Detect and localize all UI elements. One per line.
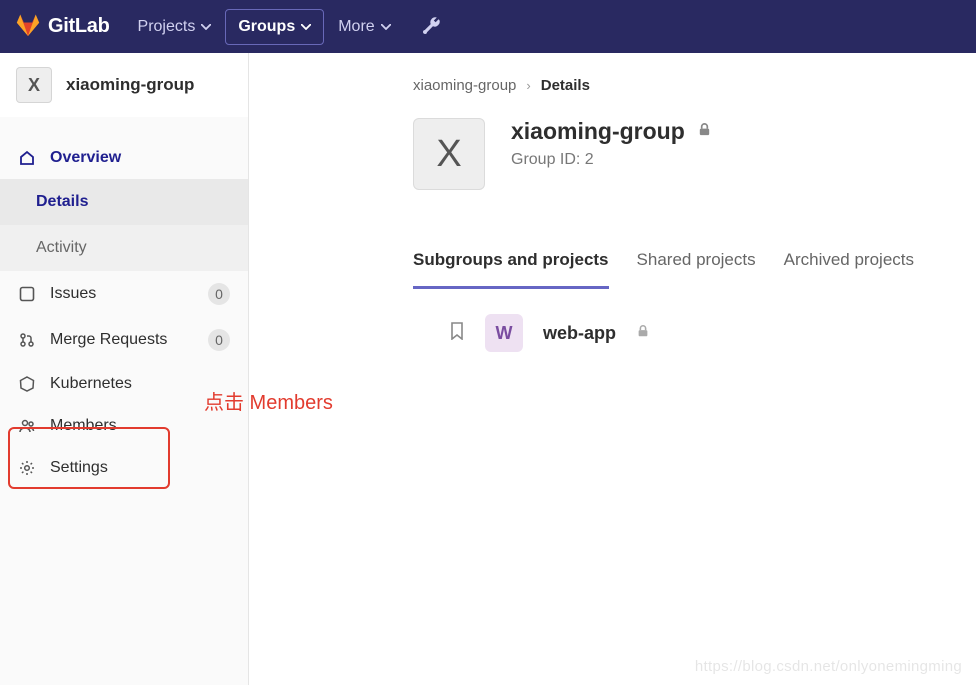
members-icon bbox=[18, 418, 36, 434]
group-avatar-initial: X bbox=[28, 75, 40, 96]
sidebar-item-label: Details bbox=[36, 193, 88, 210]
nav-groups-label: Groups bbox=[238, 18, 295, 36]
sidebar-item-label: Kubernetes bbox=[50, 375, 132, 393]
group-hero: X xiaoming-group Group ID: 2 bbox=[273, 118, 952, 190]
merge-request-icon bbox=[18, 332, 36, 348]
annotation-text: 点击 Members bbox=[204, 386, 333, 415]
gitlab-logo[interactable]: GitLab bbox=[16, 14, 110, 40]
sidebar-item-merge-requests[interactable]: Merge Requests 0 bbox=[0, 317, 248, 363]
issues-count-badge: 0 bbox=[208, 283, 230, 305]
sidebar-item-details[interactable]: Details bbox=[0, 179, 248, 225]
chevron-right-icon: › bbox=[526, 78, 530, 93]
breadcrumb: xiaoming-group › Details bbox=[273, 77, 952, 118]
nav-more[interactable]: More bbox=[326, 10, 402, 44]
sidebar-item-label: Members bbox=[50, 417, 117, 435]
nav-more-label: More bbox=[338, 18, 374, 36]
breadcrumb-current: Details bbox=[541, 77, 590, 94]
gear-icon bbox=[18, 460, 36, 476]
mr-count-badge: 0 bbox=[208, 329, 230, 351]
sidebar-item-settings[interactable]: Settings bbox=[0, 447, 248, 489]
admin-wrench-icon[interactable] bbox=[423, 16, 441, 38]
chevron-down-icon bbox=[381, 24, 391, 30]
chevron-down-icon bbox=[201, 24, 211, 30]
main-content: xiaoming-group › Details X xiaoming-grou… bbox=[249, 53, 976, 685]
home-icon bbox=[18, 150, 36, 166]
tab-archived-projects[interactable]: Archived projects bbox=[784, 250, 914, 289]
sidebar-item-label: Activity bbox=[36, 239, 87, 256]
project-avatar-initial: W bbox=[496, 323, 513, 344]
project-avatar: W bbox=[485, 314, 523, 352]
nav-groups[interactable]: Groups bbox=[225, 9, 324, 45]
content-tabs: Subgroups and projects Shared projects A… bbox=[273, 250, 952, 290]
project-list-item[interactable]: W web-app bbox=[273, 290, 952, 352]
tab-label: Archived projects bbox=[784, 250, 914, 269]
lock-icon bbox=[636, 324, 650, 342]
lock-icon bbox=[697, 122, 712, 141]
sidebar-item-overview[interactable]: Overview bbox=[0, 137, 248, 179]
group-avatar: X bbox=[16, 67, 52, 103]
sidebar-item-activity[interactable]: Activity bbox=[0, 225, 248, 271]
sidebar: X xiaoming-group Overview Details Activi… bbox=[0, 53, 249, 685]
tab-subgroups-projects[interactable]: Subgroups and projects bbox=[413, 250, 609, 289]
gitlab-logo-text: GitLab bbox=[48, 15, 110, 38]
page-title: xiaoming-group bbox=[511, 118, 685, 145]
kubernetes-icon bbox=[18, 376, 36, 392]
sidebar-overview-sublinks: Details Activity bbox=[0, 179, 248, 271]
nav-projects[interactable]: Projects bbox=[126, 10, 224, 44]
group-hero-avatar: X bbox=[413, 118, 485, 190]
watermark-text: https://blog.csdn.net/onlyonemingming bbox=[695, 658, 962, 675]
issues-icon bbox=[18, 286, 36, 302]
gitlab-icon bbox=[16, 14, 40, 40]
hero-avatar-initial: X bbox=[436, 133, 461, 176]
sidebar-item-label: Merge Requests bbox=[50, 331, 167, 349]
sidebar-item-issues[interactable]: Issues 0 bbox=[0, 271, 248, 317]
tab-shared-projects[interactable]: Shared projects bbox=[637, 250, 756, 289]
sidebar-item-label: Issues bbox=[50, 285, 96, 303]
top-navbar: GitLab Projects Groups More bbox=[0, 0, 976, 53]
bookmark-icon bbox=[449, 322, 465, 344]
tab-label: Shared projects bbox=[637, 250, 756, 269]
chevron-down-icon bbox=[301, 24, 311, 30]
sidebar-item-label: Overview bbox=[50, 149, 121, 167]
tab-label: Subgroups and projects bbox=[413, 250, 609, 269]
group-name: xiaoming-group bbox=[66, 75, 194, 95]
nav-projects-label: Projects bbox=[138, 18, 196, 36]
sidebar-item-label: Settings bbox=[50, 459, 108, 477]
sidebar-group-header[interactable]: X xiaoming-group bbox=[0, 53, 248, 117]
breadcrumb-root[interactable]: xiaoming-group bbox=[413, 77, 516, 94]
project-name[interactable]: web-app bbox=[543, 323, 616, 344]
group-id-text: Group ID: 2 bbox=[511, 151, 712, 169]
